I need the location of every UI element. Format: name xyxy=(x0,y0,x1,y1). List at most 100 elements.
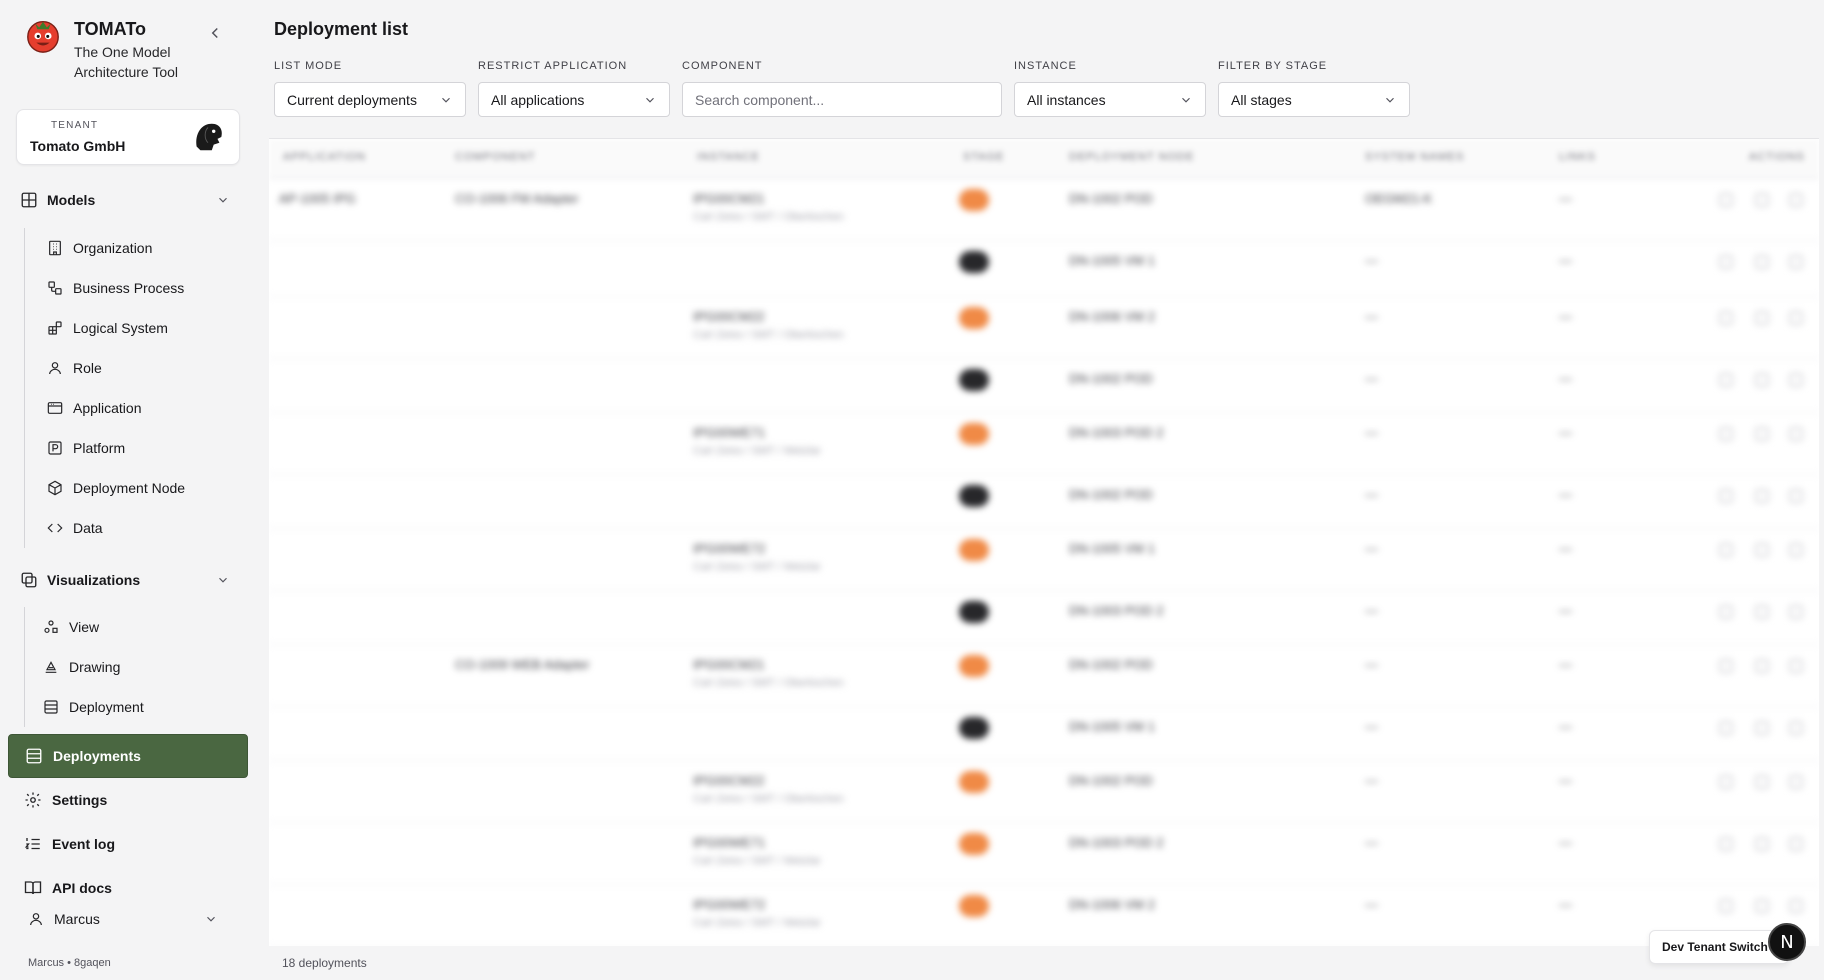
cell-application: AP-1005 IPG xyxy=(279,191,356,206)
user-menu[interactable]: Marcus xyxy=(28,911,228,927)
delete-icon[interactable] xyxy=(1789,489,1803,503)
table-row[interactable]: IPG00WE72 Carl Zeiss / SMT / Wetzlar DN-10… xyxy=(269,885,1819,946)
copy-icon[interactable] xyxy=(1755,255,1769,269)
cell-instance-location: Carl Zeiss / SMT / Wetzlar xyxy=(693,561,821,573)
col-component[interactable]: COMPONENT xyxy=(455,151,536,163)
table-row[interactable]: DN-1005 VM 1 — — xyxy=(269,707,1819,761)
filter-label: FILTER BY STAGE xyxy=(1218,60,1328,72)
copy-icon[interactable] xyxy=(1755,543,1769,557)
col-links[interactable]: LINKS xyxy=(1559,151,1596,163)
edit-icon[interactable] xyxy=(1719,311,1733,325)
edit-icon[interactable] xyxy=(1719,193,1733,207)
edit-icon[interactable] xyxy=(1719,721,1733,735)
table-row[interactable]: IPG00WE71 Carl Zeiss / SMT / Wetzlar DN-10… xyxy=(269,823,1819,885)
copy-icon[interactable] xyxy=(1755,659,1769,673)
copy-icon[interactable] xyxy=(1755,775,1769,789)
nav-item-role[interactable]: Role xyxy=(25,348,185,388)
edit-icon[interactable] xyxy=(1719,255,1733,269)
nav-item-settings[interactable]: Settings xyxy=(8,778,248,822)
nav-item-platform[interactable]: Platform xyxy=(25,428,185,468)
col-stage[interactable]: STAGE xyxy=(963,151,1004,163)
edit-icon[interactable] xyxy=(1719,837,1733,851)
delete-icon[interactable] xyxy=(1789,543,1803,557)
nav-item-deployments[interactable]: Deployments xyxy=(8,734,248,778)
delete-icon[interactable] xyxy=(1789,659,1803,673)
edit-icon[interactable] xyxy=(1719,427,1733,441)
table-row[interactable]: IPG00WE72 Carl Zeiss / SMT / Wetzlar DN-10… xyxy=(269,529,1819,591)
delete-icon[interactable] xyxy=(1789,837,1803,851)
copy-icon[interactable] xyxy=(1755,489,1769,503)
chevron-down-icon xyxy=(1386,97,1394,103)
delete-icon[interactable] xyxy=(1789,899,1803,913)
table-row[interactable]: IPG00WE71 Carl Zeiss / SMT / Wetzlar DN-10… xyxy=(269,413,1819,475)
delete-icon[interactable] xyxy=(1789,373,1803,387)
table-row[interactable]: DN-1003 POD 2 — — xyxy=(269,591,1819,645)
table-row[interactable]: CO-1009 WEB Adapter IPG00CM21 Carl Zeiss /… xyxy=(269,645,1819,707)
table-row[interactable]: AP-1005 IPG CO-1006 FM Adapter IPG00CM21 Ca… xyxy=(269,179,1819,241)
nav-item-drawing[interactable]: Drawing xyxy=(25,647,144,687)
stage-pill xyxy=(959,655,989,677)
nav-group-visualizations[interactable]: Visualizations xyxy=(20,566,230,594)
nav-item-view[interactable]: View xyxy=(25,607,144,647)
instance-select[interactable]: All instances xyxy=(1014,82,1206,117)
table-row[interactable]: IPG00CM22 Carl Zeiss / SMT / Oberkochen DN… xyxy=(269,761,1819,823)
stage-pill xyxy=(959,189,989,211)
delete-icon[interactable] xyxy=(1789,427,1803,441)
col-application[interactable]: APPLICATION xyxy=(283,151,366,163)
col-system-names[interactable]: SYSTEM NAMES xyxy=(1365,151,1464,163)
nav-item-api-docs[interactable]: API docs xyxy=(8,866,248,910)
collapse-sidebar-icon[interactable] xyxy=(206,24,224,42)
copy-icon[interactable] xyxy=(1755,899,1769,913)
delete-icon[interactable] xyxy=(1789,193,1803,207)
delete-icon[interactable] xyxy=(1789,721,1803,735)
nav-item-deployment[interactable]: Deployment xyxy=(25,687,144,727)
nav-item-application[interactable]: Application xyxy=(25,388,185,428)
edit-icon[interactable] xyxy=(1719,373,1733,387)
table-row[interactable]: DN-1002 POD — — xyxy=(269,475,1819,529)
edit-icon[interactable] xyxy=(1719,775,1733,789)
nav-item-organization[interactable]: Organization xyxy=(25,228,185,268)
component-search-input[interactable] xyxy=(682,82,1002,117)
application-select[interactable]: All applications xyxy=(478,82,670,117)
tenant-card[interactable]: TENANT Tomato GmbH xyxy=(16,109,240,165)
delete-icon[interactable] xyxy=(1789,311,1803,325)
nav-item-data[interactable]: Data xyxy=(25,508,185,548)
select-value: All applications xyxy=(491,91,585,108)
blocks-icon xyxy=(48,321,62,335)
nav-group-models[interactable]: Models xyxy=(20,186,230,214)
copy-icon[interactable] xyxy=(1755,605,1769,619)
copy-icon[interactable] xyxy=(1755,427,1769,441)
col-deployment-node[interactable]: DEPLOYMENT NODE xyxy=(1069,151,1194,163)
nav-item-deployment-node[interactable]: Deployment Node xyxy=(25,468,185,508)
dev-badge[interactable]: N xyxy=(1768,923,1806,961)
nav-item-logical-system[interactable]: Logical System xyxy=(25,308,185,348)
stage-select[interactable]: All stages xyxy=(1218,82,1410,117)
list-mode-select[interactable]: Current deployments xyxy=(274,82,466,117)
layers-icon xyxy=(21,572,37,588)
edit-icon[interactable] xyxy=(1719,489,1733,503)
nav-item-event-log[interactable]: Event log xyxy=(8,822,248,866)
table-row[interactable]: DN-1005 VM 1 — — xyxy=(269,241,1819,297)
table-row[interactable]: DN-1002 POD — — xyxy=(269,359,1819,413)
cell-deployment-node: DN-1005 VM 1 xyxy=(1069,541,1155,556)
user-icon xyxy=(30,913,42,926)
edit-icon[interactable] xyxy=(1719,899,1733,913)
copy-icon[interactable] xyxy=(1755,721,1769,735)
delete-icon[interactable] xyxy=(1789,775,1803,789)
user-meta: Marcus • 8gaqen xyxy=(28,957,111,969)
delete-icon[interactable] xyxy=(1789,255,1803,269)
visualizations-subnav: View Drawing Deployment xyxy=(24,607,144,727)
cell-deployment-node: DN-1003 POD 2 xyxy=(1069,835,1164,850)
delete-icon[interactable] xyxy=(1789,605,1803,619)
col-instance[interactable]: INSTANCE xyxy=(697,151,760,163)
nav-item-business-process[interactable]: Business Process xyxy=(25,268,185,308)
copy-icon[interactable] xyxy=(1755,837,1769,851)
edit-icon[interactable] xyxy=(1719,659,1733,673)
edit-icon[interactable] xyxy=(1719,605,1733,619)
cell-deployment-node: DN-1003 POD 2 xyxy=(1069,603,1164,618)
table-row[interactable]: IPG00CM22 Carl Zeiss / SMT / Oberkochen DN… xyxy=(269,297,1819,359)
copy-icon[interactable] xyxy=(1755,373,1769,387)
edit-icon[interactable] xyxy=(1719,543,1733,557)
copy-icon[interactable] xyxy=(1755,193,1769,207)
copy-icon[interactable] xyxy=(1755,311,1769,325)
